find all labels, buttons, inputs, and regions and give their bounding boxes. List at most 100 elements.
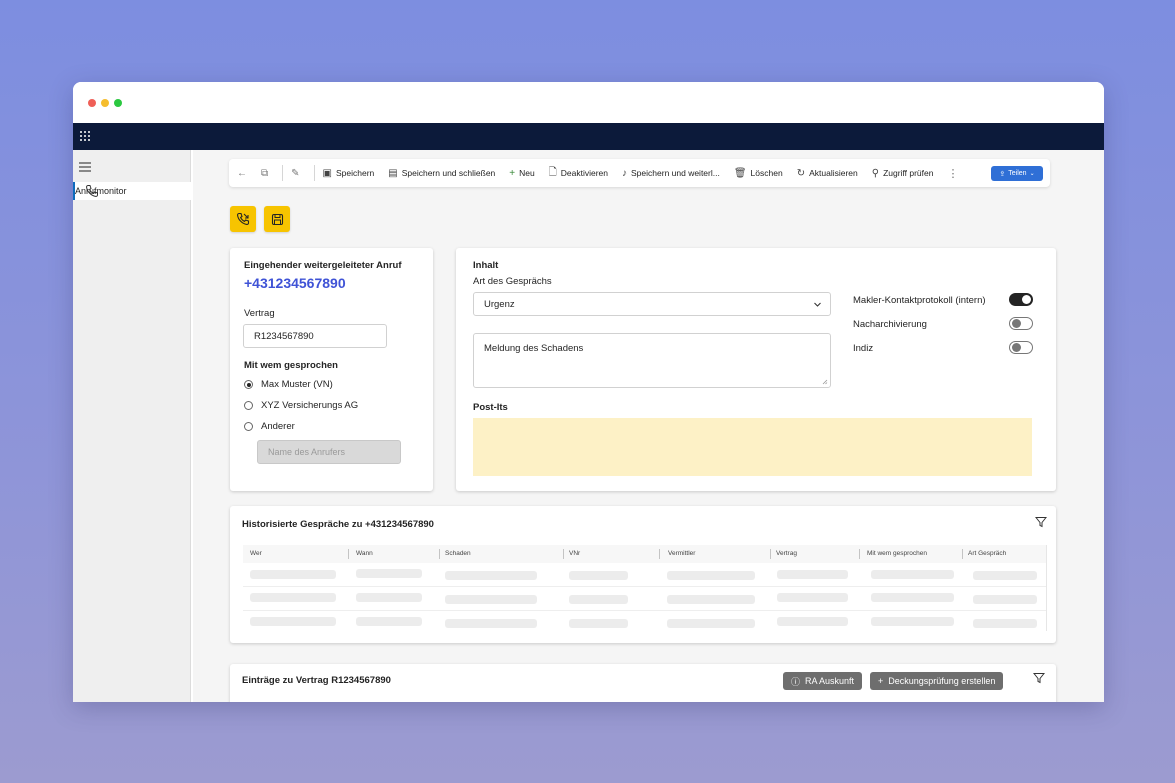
save-and-close-button[interactable]: ▤ Speichern und schließen: [388, 168, 495, 179]
refresh-button[interactable]: ↻ Aktualisieren: [797, 168, 858, 179]
skeleton-cell: [250, 570, 336, 579]
check-access-button[interactable]: ⚲ Zugriff prüfen: [872, 168, 934, 179]
create-coverage-check-button[interactable]: + Deckungsprüfung erstellen: [870, 672, 1004, 690]
new-button[interactable]: + Neu: [509, 168, 534, 179]
content-title: Inhalt: [473, 260, 499, 271]
content-card: Inhalt Art des Gesprächs Urgenz Meldung …: [456, 248, 1056, 491]
chevron-down-icon: ⌄: [1029, 171, 1035, 177]
skeleton-cell: [250, 617, 336, 626]
toggle-indiz[interactable]: [1009, 341, 1033, 354]
hamburger-menu-icon[interactable]: [79, 159, 91, 172]
main-content: ← ⧉ ✎ ▣ Speichern ▤ Speichern und schließe…: [193, 150, 1104, 702]
back-arrow-icon[interactable]: ←: [237, 168, 247, 179]
caller-phone-number: +431234567890: [244, 275, 346, 291]
call-transfer-button[interactable]: [230, 206, 256, 232]
column-header[interactable]: VNr: [569, 550, 580, 557]
spoken-with-label: Mit wem gesprochen: [244, 360, 338, 371]
save-and-forward-button[interactable]: ♪ Speichern und weiterl...: [622, 168, 720, 179]
deactivate-button[interactable]: 🗋 Deaktivieren: [549, 165, 608, 182]
toolbar-divider: [282, 165, 284, 181]
skeleton-cell: [871, 593, 954, 602]
skeleton-cell: [569, 571, 628, 580]
skeleton-cell: [250, 593, 336, 602]
column-header[interactable]: Wer: [250, 550, 262, 557]
maximize-window-dot[interactable]: [114, 99, 122, 107]
column-header[interactable]: Schaden: [445, 550, 471, 557]
skeleton-cell: [356, 569, 422, 578]
radio-max-muster[interactable]: [244, 380, 253, 389]
conversation-type-label: Art des Gesprächs: [473, 276, 552, 287]
chevron-down-icon: [814, 302, 821, 307]
column-divider[interactable]: [659, 549, 660, 559]
table-scrollbar[interactable]: [1046, 545, 1047, 631]
postits-area[interactable]: [473, 418, 1032, 476]
minimize-window-dot[interactable]: [101, 99, 109, 107]
window-titlebar: [73, 82, 1104, 123]
resize-handle-icon[interactable]: [822, 379, 828, 385]
skeleton-cell: [777, 570, 848, 579]
history-card: Historisierte Gespräche zu +431234567890…: [230, 506, 1056, 643]
column-divider[interactable]: [348, 549, 349, 559]
skeleton-cell: [445, 571, 537, 580]
column-header[interactable]: Vermittler: [668, 550, 695, 557]
filter-icon[interactable]: [1035, 516, 1047, 528]
sidebar: Anrufmonitor: [73, 150, 191, 702]
popout-icon[interactable]: ⧉: [261, 168, 268, 179]
skeleton-cell: [569, 619, 628, 628]
command-bar: ← ⧉ ✎ ▣ Speichern ▤ Speichern und schließe…: [229, 159, 1050, 187]
ra-auskunft-button[interactable]: ⓘ RA Auskunft: [783, 672, 863, 690]
column-divider[interactable]: [962, 549, 963, 559]
skeleton-cell: [871, 570, 954, 579]
incoming-call-card: Eingehender weitergeleiteter Anruf +4312…: [230, 248, 433, 491]
toggle-knob: [1022, 295, 1031, 304]
plus-icon: +: [509, 167, 516, 179]
toggle-nacharchivierung[interactable]: [1009, 317, 1033, 330]
column-divider[interactable]: [859, 549, 860, 559]
caller-name-input[interactable]: Name des Anrufers: [257, 440, 401, 464]
toggle-makler-kontaktprotokoll[interactable]: [1009, 293, 1033, 306]
sidebar-item-anrufmonitor[interactable]: Anrufmonitor: [73, 182, 191, 200]
toggle-knob: [1012, 343, 1021, 352]
skeleton-cell: [777, 593, 848, 602]
column-header[interactable]: Art Gespräch: [968, 550, 1006, 557]
skeleton-cell: [445, 619, 537, 628]
top-navbar: [73, 123, 1104, 150]
column-divider[interactable]: [439, 549, 440, 559]
column-divider[interactable]: [770, 549, 771, 559]
trash-icon: 🗑: [733, 167, 747, 179]
document-icon: 🗋: [548, 166, 557, 178]
postits-label: Post-Its: [473, 402, 508, 413]
more-options-icon[interactable]: ⋮: [947, 167, 958, 180]
radio-label: XYZ Versicherungs AG: [261, 400, 359, 411]
browser-window: Anrufmonitor ← ⧉ ✎ ▣ Speichern ▤ Speichern…: [73, 82, 1104, 702]
skeleton-cell: [356, 617, 422, 626]
skeleton-cell: [871, 617, 954, 626]
history-title: Historisierte Gespräche zu +431234567890: [242, 519, 434, 530]
delete-button[interactable]: 🗑 Löschen: [734, 168, 783, 179]
description-textarea[interactable]: Meldung des Schadens: [473, 333, 831, 388]
skeleton-cell: [445, 595, 537, 604]
quick-save-button[interactable]: [264, 206, 290, 232]
save-button[interactable]: ▣ Speichern: [323, 168, 375, 179]
radio-xyz-versicherung[interactable]: [244, 401, 253, 410]
radio-anderer[interactable]: [244, 422, 253, 431]
toggle-label: Nacharchivierung: [853, 319, 927, 330]
conversation-type-select[interactable]: Urgenz: [473, 292, 831, 316]
skeleton-cell: [973, 619, 1037, 628]
column-divider[interactable]: [563, 549, 564, 559]
sidebar-item-label: Anrufmonitor: [75, 186, 127, 196]
app-launcher-icon[interactable]: [79, 130, 91, 142]
share-button[interactable]: ⇪ Teilen ⌄: [991, 166, 1043, 181]
toggle-knob: [1012, 319, 1021, 328]
filter-icon[interactable]: [1033, 672, 1045, 684]
edit-form-icon[interactable]: ✎: [291, 168, 299, 179]
close-window-dot[interactable]: [88, 99, 96, 107]
contract-input[interactable]: R1234567890: [243, 324, 387, 348]
skeleton-cell: [777, 617, 848, 626]
skeleton-cell: [667, 571, 755, 580]
contract-label: Vertrag: [244, 308, 275, 319]
column-header[interactable]: Wann: [356, 550, 373, 557]
column-header[interactable]: Mit wem gesprochen: [867, 550, 927, 557]
skeleton-cell: [973, 571, 1037, 580]
column-header[interactable]: Vertrag: [776, 550, 797, 557]
